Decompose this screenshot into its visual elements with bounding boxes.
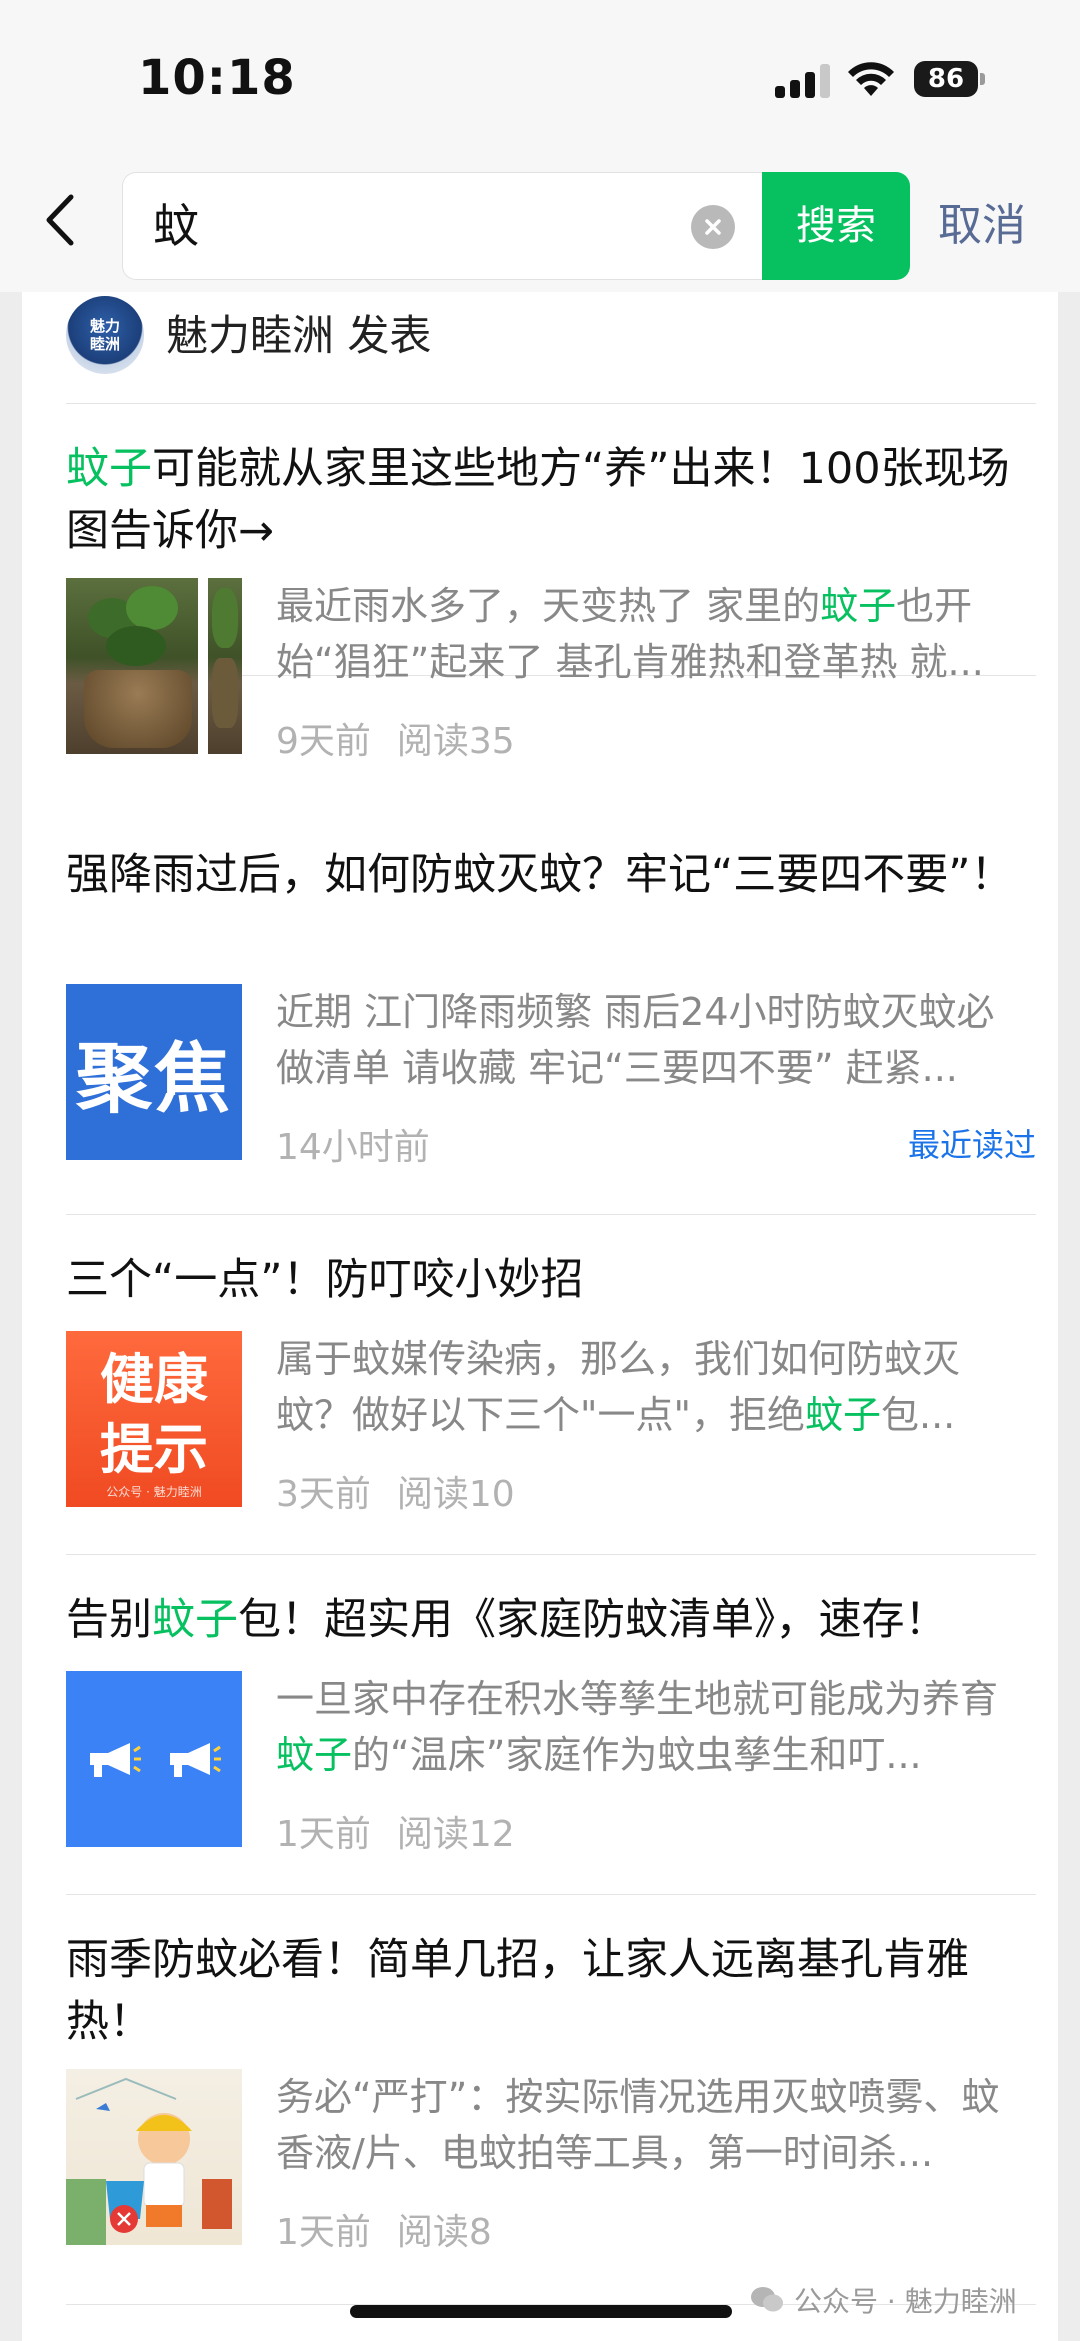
megaphone-icon: [90, 1743, 141, 1777]
article-title: 蚊子可能就从家里这些地方“养”出来！100张现场图告诉你→: [66, 444, 1010, 556]
article-thumbnail: [66, 1671, 242, 1847]
article-thumbnail: [66, 578, 242, 754]
article-meta: 1天前 阅读8: [276, 2203, 518, 2255]
article-title: 强降雨过后，如何防蚊灭蚊？牢记“三要四不要”！: [66, 850, 1014, 900]
cancel-button[interactable]: 取消: [938, 172, 1026, 280]
article-meta: 1天前 阅读12: [276, 1805, 541, 1857]
article-time: 3天前: [276, 1474, 371, 1515]
search-input[interactable]: 蚊: [153, 173, 199, 279]
status-bar: 10:18 86: [0, 0, 1080, 160]
article-item[interactable]: 强降雨过后，如何防蚊灭蚊？牢记“三要四不要”！ 聚焦 近期 江门降雨频繁 雨后2…: [66, 810, 1036, 1215]
article-item[interactable]: 三个“一点”！防叮咬小妙招 健康 提示 公众号 · 魅力睦洲 属于蚊媒传染病，那…: [66, 1215, 1036, 1555]
battery-icon: 86: [914, 61, 986, 97]
search-header: 蚊 搜索 取消: [0, 160, 1080, 292]
article-item[interactable]: 雨季防蚊必看！简单几招，让家人远离基孔肯雅热！ 务必“严打”：按实际情况选用灭蚊…: [66, 1895, 1036, 2305]
child-watering-illustration: [66, 2077, 232, 2245]
article-summary: 近期 江门降雨频繁 雨后24小时防蚊灭蚊必做清单 请收藏 牢记“三要四不要” 赶…: [276, 990, 995, 1090]
article-summary: 最近雨水多了，天变热了 家里的蚊子也开始“猖狂”起来了 基孔肯雅热和登革热 就.…: [276, 584, 984, 684]
article-time: 1天前: [276, 1814, 371, 1855]
article-meta: 3天前 阅读10: [276, 1465, 541, 1517]
search-button[interactable]: 搜索: [762, 172, 910, 280]
author-name: 魅力睦洲 发表: [166, 311, 432, 360]
article-meta: 9天前 阅读35: [276, 712, 541, 764]
chevron-left-icon: [46, 194, 74, 246]
wechat-icon: [751, 2287, 783, 2312]
article-reads: 阅读12: [396, 1814, 515, 1855]
article-summary: 一旦家中存在积水等孳生地就可能成为养育蚊子的“温床”家庭作为蚊虫孳生和叮...: [276, 1677, 999, 1777]
article-meta: 14小时前: [276, 1118, 456, 1170]
wifi-icon: [848, 62, 894, 96]
search-box[interactable]: 蚊: [122, 172, 764, 280]
article-time: 1天前: [276, 2212, 371, 2253]
article-title: 雨季防蚊必看！简单几招，让家人远离基孔肯雅热！: [66, 1935, 969, 2047]
back-button[interactable]: [30, 190, 90, 250]
results-card: 魅力 睦洲 魅力睦洲 发表 蚊子可能就从家里这些地方“养”出来！100张现场图告…: [22, 292, 1058, 2341]
article-thumbnail: 健康 提示 公众号 · 魅力睦洲: [66, 1331, 242, 1507]
author-row[interactable]: 魅力 睦洲 魅力睦洲 发表: [66, 292, 1036, 404]
article-reads: 阅读10: [396, 1474, 515, 1515]
avatar: 魅力 睦洲: [66, 296, 144, 374]
article-summary: 务必“严打”：按实际情况选用灭蚊喷雾、蚊香液/片、电蚊拍等工具，第一时间杀...: [276, 2075, 1000, 2175]
article-thumbnail: 聚焦: [66, 984, 242, 1160]
article-title: 告别蚊子包！超实用《家庭防蚊清单》，速存！: [66, 1595, 948, 1645]
article-reads: 阅读35: [396, 721, 515, 762]
article-thumbnail: [66, 2069, 242, 2245]
recently-read-badge: 最近读过: [907, 1126, 1036, 1164]
article-reads: 阅读8: [396, 2212, 492, 2253]
battery-level: 86: [914, 61, 978, 97]
article-time: 14小时前: [276, 1127, 430, 1168]
article-title: 三个“一点”！防叮咬小妙招: [66, 1255, 584, 1305]
watermark: 公众号 · 魅力睦洲: [750, 2280, 1017, 2320]
clear-icon[interactable]: [691, 205, 735, 249]
article-summary: 属于蚊媒传染病，那么，我们如何防蚊灭蚊？做好以下三个"一点"，拒绝蚊子包...: [276, 1337, 961, 1437]
article-item[interactable]: 告别蚊子包！超实用《家庭防蚊清单》，速存！ 一旦家中存在积水等孳生地就可能成为养…: [66, 1555, 1036, 1895]
cellular-signal-icon: [775, 64, 830, 98]
article-item[interactable]: 蚊子可能就从家里这些地方“养”出来！100张现场图告诉你→ 最近雨水多了，天变热…: [66, 404, 1036, 762]
status-time: 10:18: [138, 50, 296, 106]
megaphone-icon: [170, 1743, 221, 1777]
home-indicator[interactable]: [350, 2305, 732, 2318]
article-time: 9天前: [276, 721, 371, 762]
